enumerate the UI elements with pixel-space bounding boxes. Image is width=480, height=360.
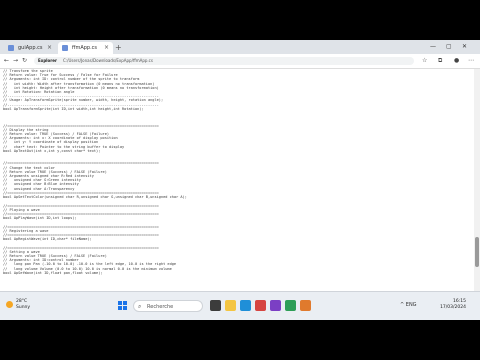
source-code: // Transform the sprite// Return value: … [0, 69, 474, 275]
scrollbar-thumb[interactable] [475, 237, 479, 267]
tab-guiapp[interactable]: guiApp.cs × [4, 42, 56, 54]
tab-label: ffmApp.cs [72, 45, 98, 51]
document-view[interactable]: // Transform the sprite// Return value: … [0, 69, 474, 291]
close-tab-icon[interactable]: × [104, 42, 109, 54]
app-icon[interactable] [270, 300, 281, 311]
task-view-icon[interactable] [210, 300, 221, 311]
forward-icon[interactable]: → [13, 57, 18, 65]
edge-browser-icon[interactable] [240, 300, 251, 311]
extensions-icon[interactable]: ⧉ [438, 57, 442, 65]
desktop-screen: guiApp.cs × ffmApp.cs × + — ▢ ✕ ← → ↻ Ex… [0, 40, 480, 320]
weather-desc: Sunny [16, 305, 31, 310]
back-icon[interactable]: ← [4, 57, 9, 65]
search-placeholder: Recherche [147, 304, 174, 310]
weather-temp: 28°C [16, 299, 28, 304]
clock-time: 16:15 [453, 299, 466, 304]
address-bar: ← → ↻ Explorer C:/Users/Jonas/Downloads/E… [0, 54, 480, 69]
menu-icon[interactable]: ⋯ [468, 57, 474, 65]
clock-date: 17/03/2024 [440, 305, 466, 310]
url-text: C:/Users/Jonas/Downloads/ExpApp/ffmApp.c… [62, 58, 153, 63]
profile-icon[interactable]: ● [454, 57, 459, 65]
search-icon: ⌕ [138, 303, 142, 310]
file-explorer-icon[interactable] [225, 300, 236, 311]
reload-icon[interactable]: ↻ [22, 57, 27, 65]
taskbar: 28°C Sunny ⌕ Recherche ^ ENG 16:15 17/03… [0, 291, 480, 320]
browser-tab-bar: guiApp.cs × ffmApp.cs × + — ▢ ✕ [0, 40, 480, 54]
mail-icon[interactable] [255, 300, 266, 311]
url-site-label: Explorer [38, 58, 57, 63]
tab-label: guiApp.cs [18, 45, 43, 51]
tab-ffmapp[interactable]: ffmApp.cs × [58, 42, 113, 54]
url-field[interactable]: Explorer C:/Users/Jonas/Downloads/ExpApp/… [34, 57, 414, 65]
store-icon[interactable] [285, 300, 296, 311]
code-line: bool ApSetWave(int ID,float pan,float vo… [3, 270, 103, 275]
close-tab-icon[interactable]: × [47, 42, 52, 54]
close-window-button[interactable]: ✕ [462, 42, 467, 52]
minimize-button[interactable]: — [430, 42, 436, 52]
start-button[interactable] [118, 301, 128, 311]
file-icon [62, 45, 68, 51]
system-tray[interactable]: ^ ENG [400, 302, 417, 308]
vertical-scrollbar[interactable] [474, 69, 480, 291]
media-icon[interactable] [300, 300, 311, 311]
sun-icon [6, 301, 13, 308]
favorite-icon[interactable]: ☆ [422, 57, 427, 65]
file-icon [8, 45, 14, 51]
maximize-button[interactable]: ▢ [446, 42, 452, 52]
new-tab-button[interactable]: + [115, 42, 122, 54]
clock[interactable]: 16:15 17/03/2024 [440, 299, 466, 311]
taskbar-search[interactable]: ⌕ Recherche [133, 300, 203, 312]
